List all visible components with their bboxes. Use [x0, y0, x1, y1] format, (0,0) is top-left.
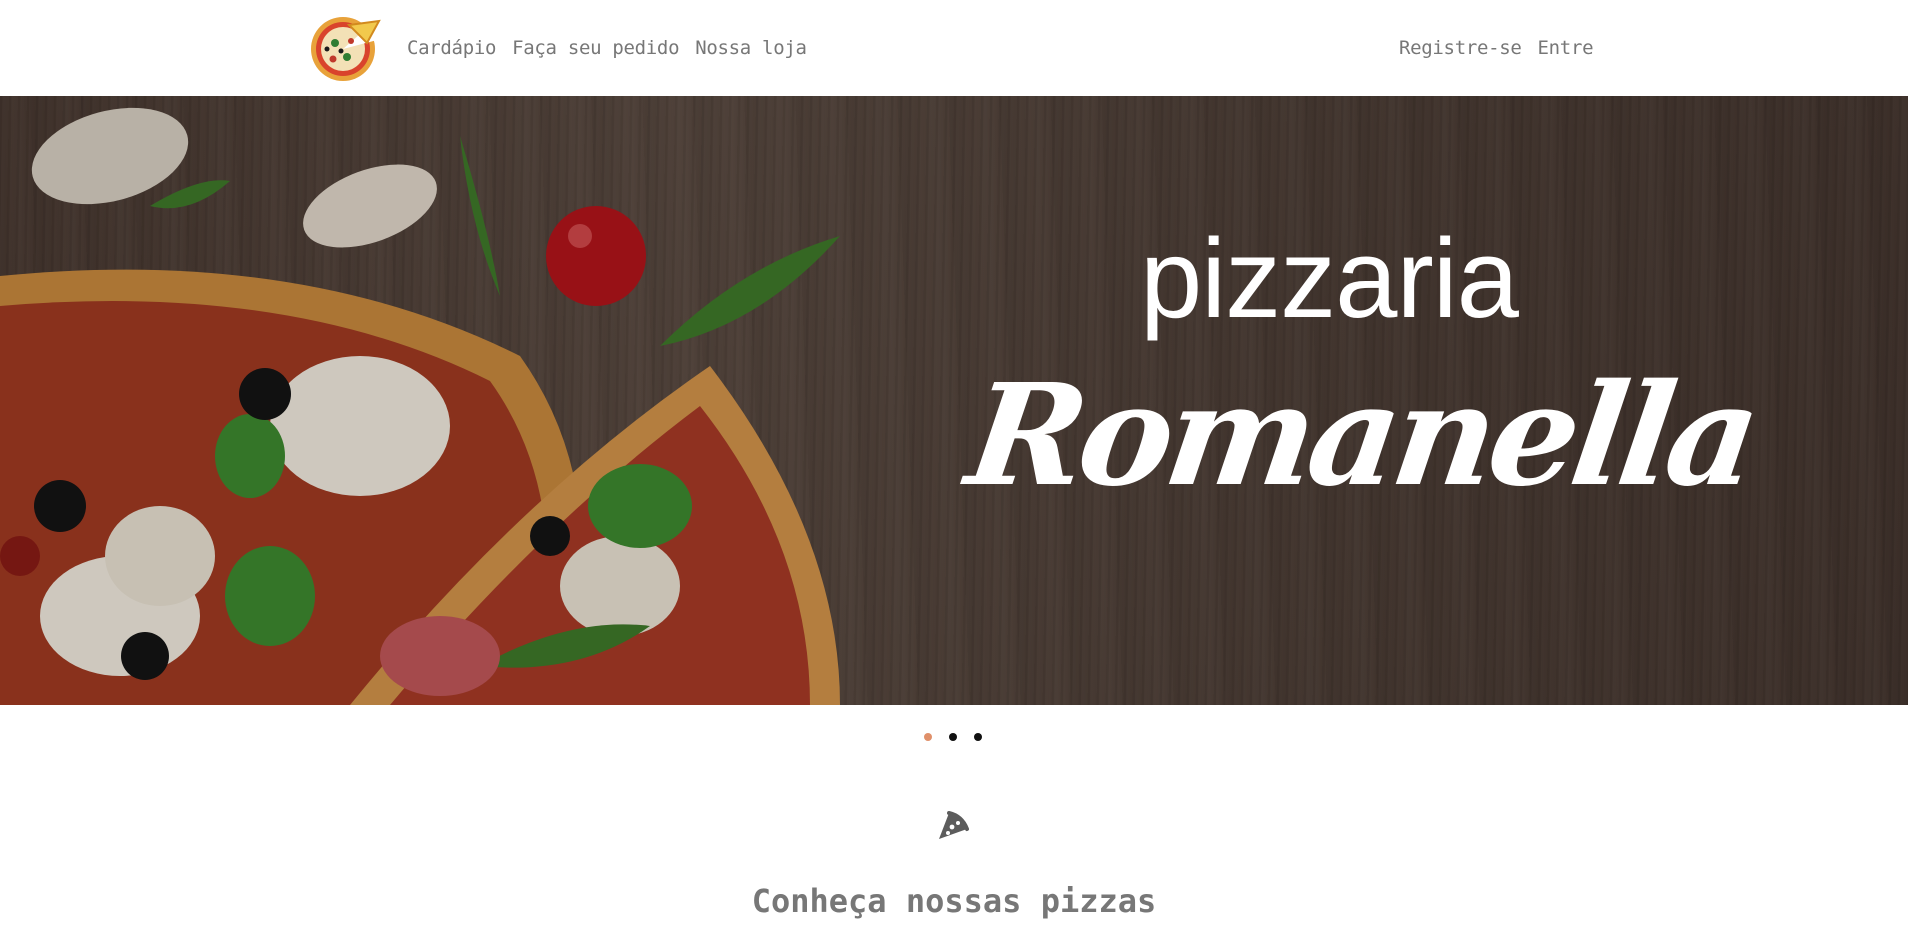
pizza-logo-icon[interactable]: [305, 13, 383, 83]
carousel-dot-2[interactable]: [949, 733, 957, 741]
carousel-dot-1[interactable]: [924, 733, 932, 741]
hero-title-pizzaria: pizzaria: [1140, 216, 1519, 341]
nav-link-faca-seu-pedido[interactable]: Faça seu pedido: [512, 36, 679, 60]
carousel-dot-3[interactable]: [974, 733, 982, 741]
pizza-slice-icon: [939, 811, 969, 839]
hero-banner[interactable]: pizzaria Romanella: [0, 96, 1908, 705]
nav-link-nossa-loja[interactable]: Nossa loja: [695, 36, 807, 60]
main-nav: Cardápio Faça seu pedido Nossa loja: [407, 36, 807, 60]
site-header: Cardápio Faça seu pedido Nossa loja Regi…: [0, 0, 1908, 96]
nav-link-cardapio[interactable]: Cardápio: [407, 36, 496, 60]
carousel-indicators: [924, 733, 982, 741]
login-link[interactable]: Entre: [1538, 36, 1594, 60]
account-nav: Registre-se Entre: [1399, 36, 1594, 60]
register-link[interactable]: Registre-se: [1399, 36, 1522, 60]
section-title: Conheça nossas pizzas: [751, 881, 1157, 920]
hero-title-romanella: Romanella: [958, 354, 1765, 518]
